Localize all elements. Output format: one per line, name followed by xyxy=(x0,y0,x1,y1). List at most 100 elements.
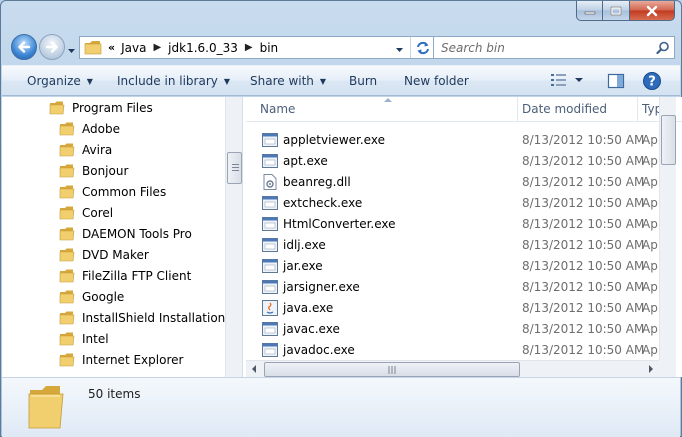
preview-pane-button[interactable] xyxy=(607,72,625,93)
scrollbar-thumb[interactable] xyxy=(264,362,520,377)
file-date-modified: 8/13/2012 10:50 AM xyxy=(522,259,645,273)
refresh-button[interactable] xyxy=(410,37,434,58)
scrollbar-thumb[interactable] xyxy=(661,115,676,165)
file-list: Name Date modified Typ appletviewer.exe 8… xyxy=(246,97,682,377)
exe-icon xyxy=(262,258,278,277)
file-name: jar.exe xyxy=(283,259,323,273)
exe-icon xyxy=(262,237,278,256)
help-button[interactable]: ? xyxy=(642,71,662,94)
burn-button[interactable]: Burn xyxy=(349,74,377,88)
navigation-pane-scrollbar[interactable] xyxy=(225,97,242,377)
tree-item-program-files[interactable]: Program Files xyxy=(49,97,153,118)
file-row[interactable]: idlj.exe 8/13/2012 10:50 AM Ap xyxy=(246,235,658,256)
file-type: Ap xyxy=(642,133,658,147)
include-in-library-label: Include in library xyxy=(117,74,218,88)
file-row[interactable]: java.exe 8/13/2012 10:50 AM Ap xyxy=(246,298,658,319)
tree-item-google[interactable]: Google xyxy=(59,286,124,307)
file-row[interactable]: javac.exe 8/13/2012 10:50 AM Ap xyxy=(246,319,658,340)
file-date-modified: 8/13/2012 10:50 AM xyxy=(522,175,645,189)
file-row[interactable]: appletviewer.exe 8/13/2012 10:50 AM Ap xyxy=(246,130,658,151)
chevron-down-icon xyxy=(68,49,75,53)
column-header-date-modified[interactable]: Date modified xyxy=(522,102,607,116)
new-folder-button[interactable]: New folder xyxy=(404,74,469,88)
minimize-icon xyxy=(584,11,595,14)
tree-item-common-files[interactable]: Common Files xyxy=(59,181,166,202)
column-header-name[interactable]: Name xyxy=(260,102,295,116)
address-history-button[interactable] xyxy=(395,42,404,56)
tree-item-internet-explorer[interactable]: Internet Explorer xyxy=(59,349,183,370)
tree-item-label: Program Files xyxy=(72,100,153,115)
tree-item-intel[interactable]: Intel xyxy=(59,328,109,349)
file-row[interactable]: jar.exe 8/13/2012 10:50 AM Ap xyxy=(246,256,658,277)
share-with-button[interactable]: Share with ▼ xyxy=(250,74,326,88)
recent-pages-button[interactable] xyxy=(67,43,76,57)
file-type: Ap xyxy=(642,238,658,252)
back-arrow-icon xyxy=(18,41,31,53)
include-in-library-button[interactable]: Include in library ▼ xyxy=(117,74,230,88)
scrollbar-corner xyxy=(659,360,676,377)
scroll-left-icon[interactable] xyxy=(251,365,257,373)
file-list-vertical-scrollbar[interactable] xyxy=(659,97,676,360)
breadcrumb-overflow[interactable]: « xyxy=(108,41,115,54)
tree-item-installshield[interactable]: InstallShield Installation Info xyxy=(59,307,242,328)
change-view-button[interactable] xyxy=(550,72,584,88)
file-row[interactable]: beanreg.dll 8/13/2012 10:50 AM Ap xyxy=(246,172,658,193)
folder-icon xyxy=(59,269,75,282)
address-bar[interactable]: « Java ▶ jdk1.6.0_33 ▶ bin xyxy=(79,36,435,59)
file-date-modified: 8/13/2012 10:50 AM xyxy=(522,238,645,252)
tree-item-daemon-tools[interactable]: DAEMON Tools Pro xyxy=(59,223,192,244)
share-with-label: Share with xyxy=(250,74,314,88)
back-button[interactable] xyxy=(11,34,37,60)
svg-text:?: ? xyxy=(648,75,656,90)
file-name: beanreg.dll xyxy=(283,175,351,189)
file-date-modified: 8/13/2012 10:50 AM xyxy=(522,217,645,231)
search-icon[interactable] xyxy=(656,41,670,55)
navigation-pane: Program Files Adobe Avira Bonjour Common… xyxy=(2,97,242,377)
tree-item-dvd-maker[interactable]: DVD Maker xyxy=(59,244,149,265)
file-date-modified: 8/13/2012 10:50 AM xyxy=(522,133,645,147)
maximize-button[interactable] xyxy=(603,1,630,21)
folder-open-icon xyxy=(49,101,65,114)
breadcrumb: « Java ▶ jdk1.6.0_33 ▶ bin xyxy=(102,41,278,55)
file-date-modified: 8/13/2012 10:50 AM xyxy=(522,280,645,294)
forward-arrow-icon xyxy=(45,41,58,53)
file-row[interactable]: apt.exe 8/13/2012 10:50 AM Ap xyxy=(246,151,658,172)
tree-item-label: Avira xyxy=(82,142,113,157)
breadcrumb-separator-icon[interactable]: ▶ xyxy=(245,42,253,53)
file-type: Ap xyxy=(642,154,658,168)
breadcrumb-item-bin[interactable]: bin xyxy=(260,41,279,55)
folder-icon xyxy=(84,41,102,55)
file-date-modified: 8/13/2012 10:50 AM xyxy=(522,343,645,357)
breadcrumb-separator-icon[interactable]: ▶ xyxy=(153,42,161,53)
file-row[interactable]: HtmlConverter.exe 8/13/2012 10:50 AM Ap xyxy=(246,214,658,235)
column-divider[interactable] xyxy=(517,97,518,122)
minimize-button[interactable] xyxy=(576,1,603,21)
tree-item-bonjour[interactable]: Bonjour xyxy=(59,160,128,181)
file-row[interactable]: jarsigner.exe 8/13/2012 10:50 AM Ap xyxy=(246,277,658,298)
file-row[interactable]: javadoc.exe 8/13/2012 10:50 AM Ap xyxy=(246,340,658,361)
tree-item-filezilla[interactable]: FileZilla FTP Client xyxy=(59,265,191,286)
close-icon xyxy=(646,5,658,16)
file-name: apt.exe xyxy=(283,154,328,168)
organize-button[interactable]: Organize ▼ xyxy=(27,74,93,88)
close-button[interactable] xyxy=(630,1,675,21)
column-divider[interactable] xyxy=(637,97,638,122)
file-name: javadoc.exe xyxy=(283,343,355,357)
tree-item-corel[interactable]: Corel xyxy=(59,202,113,223)
tree-item-label: InstallShield Installation Info xyxy=(82,310,242,325)
search-input[interactable]: Search bin xyxy=(441,41,656,55)
file-date-modified: 8/13/2012 10:50 AM xyxy=(522,322,645,336)
tree-item-label: Internet Explorer xyxy=(82,352,184,367)
tree-item-adobe[interactable]: Adobe xyxy=(59,118,120,139)
search-box[interactable]: Search bin xyxy=(433,36,675,59)
breadcrumb-item-jdk[interactable]: jdk1.6.0_33 xyxy=(168,41,238,55)
tree-item-avira[interactable]: Avira xyxy=(59,139,112,160)
breadcrumb-item-java[interactable]: Java xyxy=(121,41,146,55)
chevron-down-icon: ▼ xyxy=(319,76,327,86)
file-row[interactable]: extcheck.exe 8/13/2012 10:50 AM Ap xyxy=(246,193,658,214)
forward-button[interactable] xyxy=(39,34,65,60)
scroll-right-icon[interactable] xyxy=(648,365,654,373)
file-list-horizontal-scrollbar[interactable] xyxy=(246,360,659,377)
scrollbar-thumb[interactable] xyxy=(227,152,242,184)
file-date-modified: 8/13/2012 10:50 AM xyxy=(522,154,645,168)
